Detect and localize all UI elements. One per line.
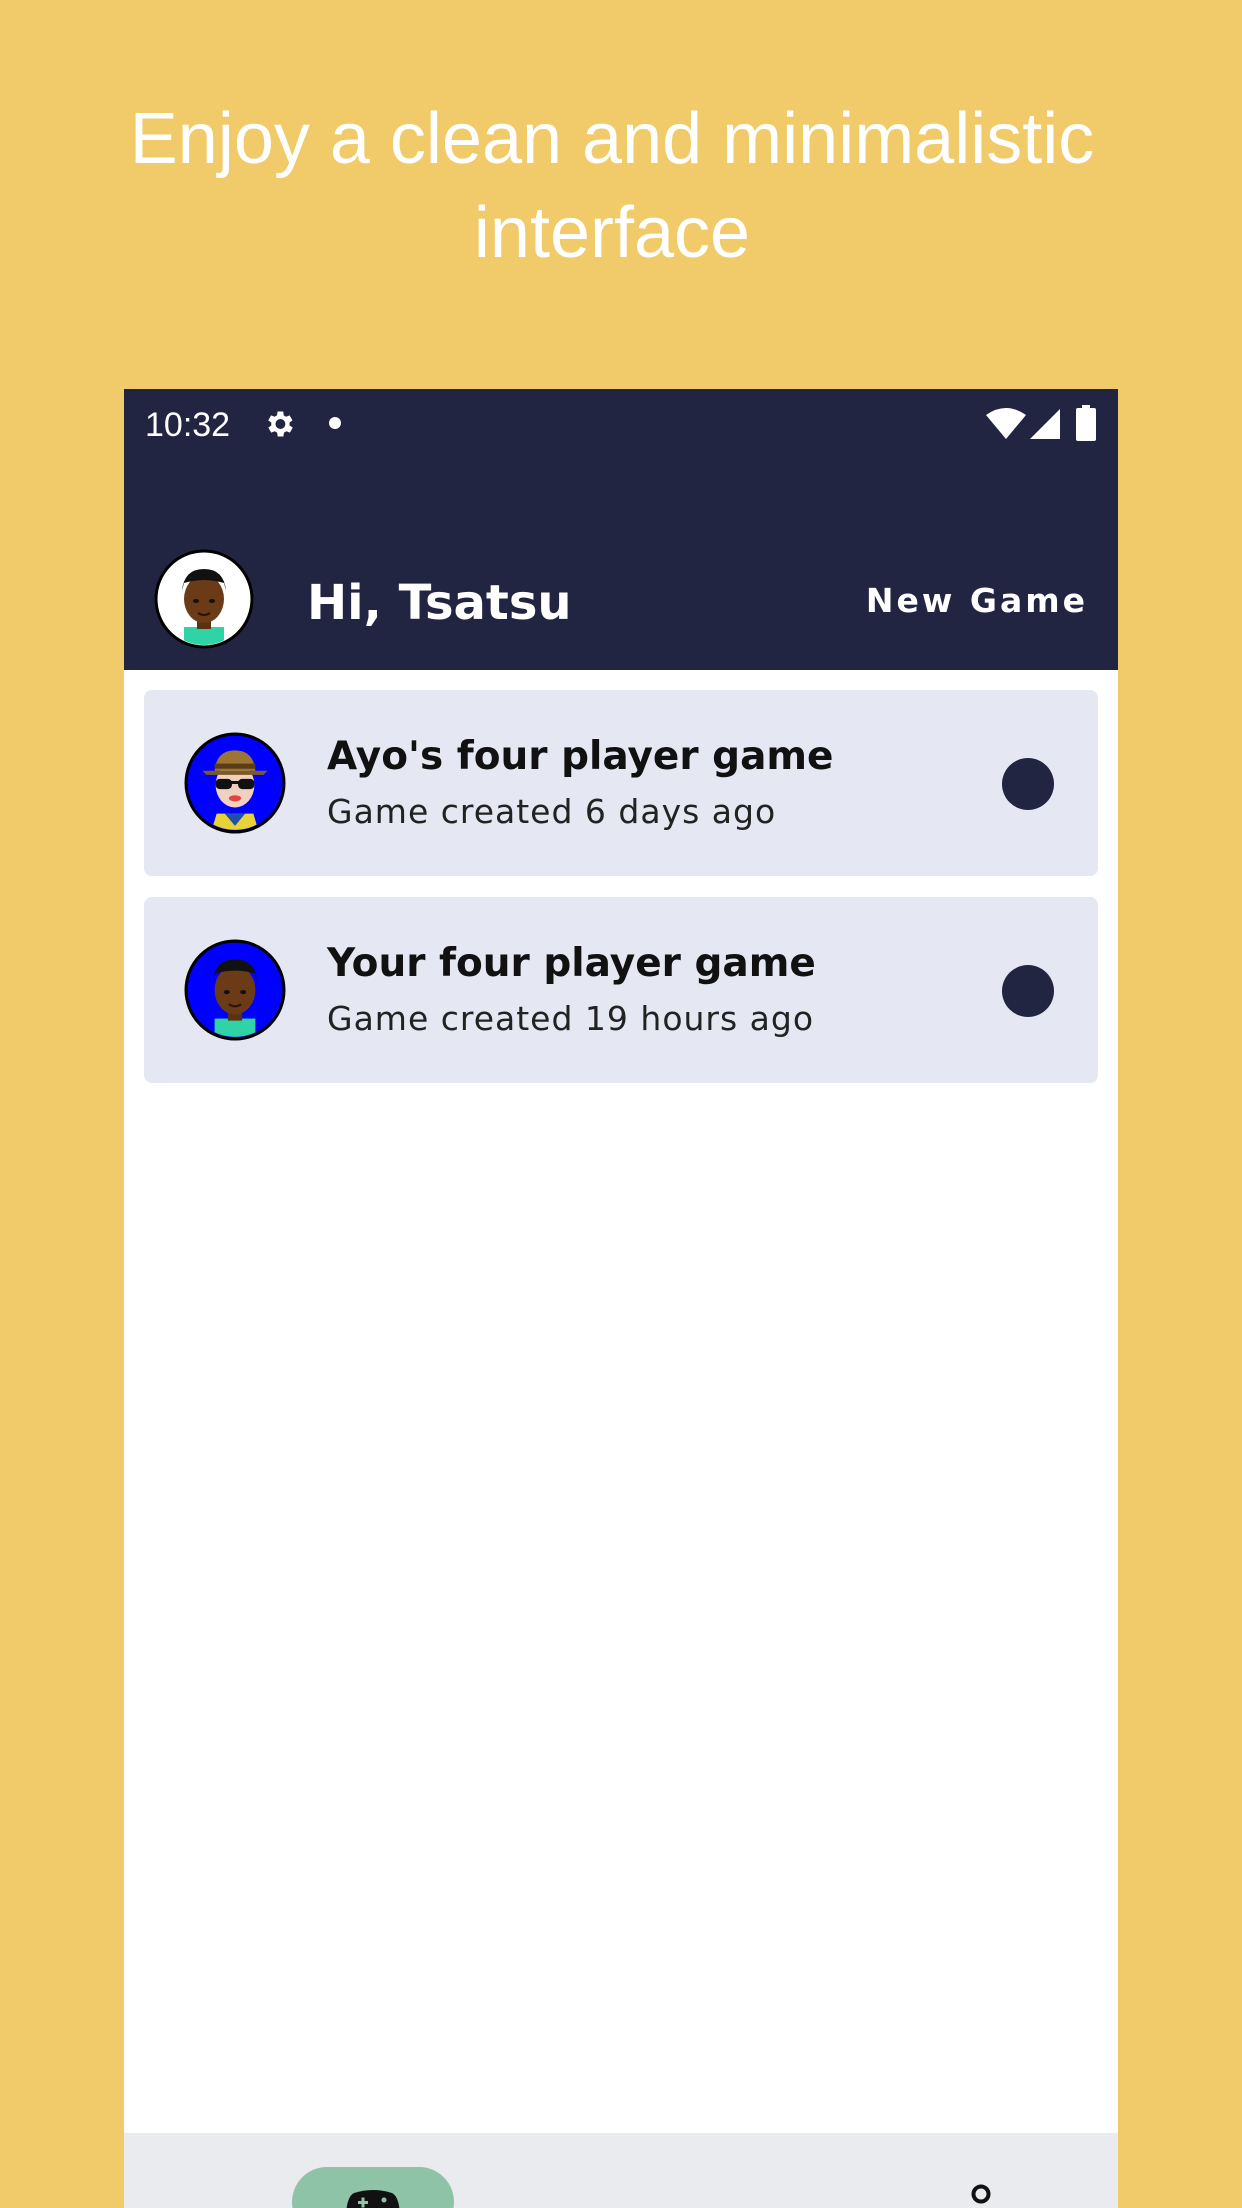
gear-icon (268, 411, 293, 437)
profile-icon[interactable] (970, 2183, 992, 2205)
phone-screen: 10:32 Hi, Tsatsu New Game Ayo's four pla… (124, 389, 1118, 2208)
game-card[interactable]: Ayo's four player game Game created 6 da… (144, 690, 1098, 876)
wifi-icon (986, 408, 1026, 439)
avatar-sunglasses-hat (184, 732, 286, 834)
status-bar: 10:32 (124, 389, 1118, 461)
game-title: Ayo's four player game (327, 734, 834, 779)
game-card[interactable]: Your four player game Game created 19 ho… (144, 897, 1098, 1083)
app-bar: Hi, Tsatsu New Game (124, 461, 1118, 670)
gamepad-icon (346, 2190, 400, 2208)
nav-games-tab[interactable] (292, 2167, 454, 2208)
user-avatar[interactable] (154, 549, 254, 649)
promo-headline: Enjoy a clean and minimalistic interface (129, 99, 1095, 273)
game-subtitle: Game created 6 days ago (327, 792, 777, 831)
notification-dot-icon (329, 417, 341, 429)
status-dot-icon (1002, 965, 1054, 1017)
signal-icon (1030, 409, 1060, 439)
battery-icon (1076, 405, 1096, 441)
game-subtitle: Game created 19 hours ago (327, 999, 815, 1038)
avatar-boy (184, 939, 286, 1041)
game-title: Your four player game (327, 941, 816, 986)
greeting-title: Hi, Tsatsu (307, 575, 572, 631)
status-time: 10:32 (145, 406, 231, 444)
status-dot-icon (1002, 758, 1054, 810)
bottom-navigation (124, 2133, 1118, 2208)
new-game-button[interactable]: New Game (866, 579, 1088, 623)
